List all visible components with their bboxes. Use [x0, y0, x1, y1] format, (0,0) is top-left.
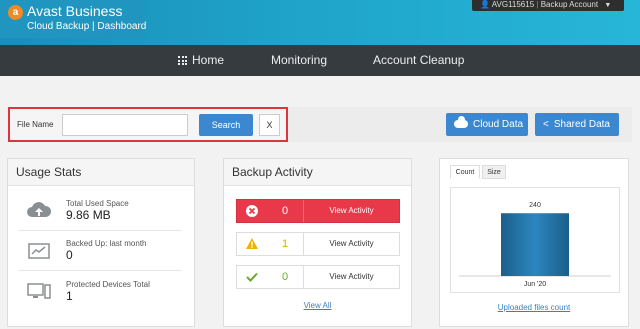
- warning-icon: [237, 233, 267, 255]
- stat-label: Total Used Space: [66, 199, 129, 208]
- main-nav: Home Monitoring Account Cleanup: [0, 45, 640, 76]
- search-button[interactable]: Search: [199, 114, 253, 136]
- chart-bar[interactable]: [501, 213, 569, 276]
- user-icon: 👤: [480, 0, 490, 9]
- activity-row-error[interactable]: 0 View Activity: [236, 199, 400, 223]
- nav-item-home[interactable]: Home: [178, 45, 224, 76]
- stat-label: Protected Devices Total: [66, 280, 150, 289]
- tab-size[interactable]: Size: [482, 165, 506, 179]
- caret-down-icon: ▼: [604, 2, 612, 9]
- nav-item-label: Monitoring: [271, 53, 328, 67]
- view-all-link[interactable]: View All: [224, 301, 411, 310]
- view-activity-link[interactable]: View Activity: [303, 233, 399, 255]
- nav-item-monitoring[interactable]: Monitoring: [271, 45, 327, 76]
- app-header: a Avast Business Cloud Backup | Dashboar…: [0, 0, 640, 45]
- account-separator: |: [536, 0, 539, 9]
- check-icon: [237, 266, 267, 288]
- nav-item-account-cleanup[interactable]: Account Cleanup: [373, 45, 464, 76]
- share-icon: <: [543, 119, 549, 130]
- chart-x-tick-label: Jun '20: [524, 281, 546, 288]
- backup-activity-title: Backup Activity: [224, 159, 411, 186]
- activity-row-warning[interactable]: 1 View Activity: [236, 232, 400, 256]
- account-menu[interactable]: 👤 AVG115615 | Backup Account ▼: [472, 0, 624, 11]
- brand-name: Avast Business: [27, 3, 123, 19]
- clear-search-button[interactable]: X: [259, 114, 280, 136]
- uploads-chart-panel: Count Size 240 Jun '20 Uploaded files cou…: [439, 158, 629, 327]
- cloud-data-button[interactable]: Cloud Data: [446, 113, 528, 136]
- activity-count: 1: [281, 238, 289, 250]
- usage-stats-title: Usage Stats: [8, 159, 194, 186]
- activity-row-success[interactable]: 0 View Activity: [236, 265, 400, 289]
- activity-count: 0: [281, 205, 289, 217]
- account-menu-label: Backup Account: [540, 0, 599, 9]
- uploads-chart: 240 Jun '20: [450, 187, 620, 293]
- avast-logo-icon: a: [8, 5, 23, 20]
- tab-count[interactable]: Count: [450, 165, 480, 179]
- page-subtitle: Cloud Backup | Dashboard: [27, 21, 147, 32]
- uploaded-files-count-link[interactable]: Uploaded files count: [440, 303, 628, 312]
- account-id: AVG115615: [491, 0, 535, 9]
- cloud-upload-icon: [27, 202, 52, 217]
- devices-icon: [27, 283, 51, 299]
- divider: [18, 230, 182, 231]
- stat-value: 9.86 MB: [66, 208, 111, 222]
- nav-item-label: Home: [192, 53, 225, 67]
- stat-label: Backed Up: last month: [66, 239, 147, 248]
- activity-count: 0: [281, 271, 289, 283]
- error-icon: [237, 200, 267, 222]
- backup-activity-panel: Backup Activity 0 View Activity 1 View A…: [223, 158, 412, 327]
- grid-icon: [178, 56, 187, 65]
- chart-icon: [28, 243, 50, 259]
- file-name-input[interactable]: [62, 114, 188, 136]
- chart-data-label: 240: [529, 202, 541, 209]
- view-activity-link[interactable]: View Activity: [303, 200, 399, 222]
- brand-block[interactable]: a Avast Business Cloud Backup | Dashboar…: [0, 0, 147, 38]
- shared-data-button[interactable]: < Shared Data: [535, 113, 619, 136]
- cloud-data-label: Cloud Data: [473, 119, 524, 130]
- file-name-label: File Name: [17, 120, 54, 129]
- stat-value: 1: [66, 289, 73, 303]
- usage-stats-panel: Usage Stats Total Used Space 9.86 MB Bac…: [7, 158, 195, 327]
- nav-item-label: Account Cleanup: [373, 53, 465, 67]
- shared-data-label: Shared Data: [553, 119, 610, 130]
- stat-value: 0: [66, 248, 73, 262]
- bar-chart-svg: 240 Jun '20: [459, 202, 611, 288]
- view-activity-link[interactable]: View Activity: [303, 266, 399, 288]
- divider: [18, 270, 182, 271]
- cloud-icon: [454, 116, 468, 128]
